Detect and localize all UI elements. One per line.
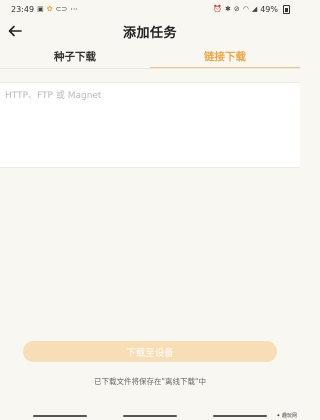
nav-handle[interactable] (33, 415, 87, 417)
bluetooth-icon: ✱ (224, 5, 231, 13)
status-time: 23:49 (11, 4, 35, 14)
nav-handle[interactable] (213, 415, 267, 417)
page-title: 添加任务 (122, 25, 177, 41)
url-input[interactable] (0, 83, 300, 167)
header: 添加任务 (0, 18, 300, 44)
arrow-left-icon (8, 25, 22, 37)
system-nav-bar (0, 412, 300, 420)
wifi-icon: ◠ (242, 5, 249, 13)
alarm-icon: ⏰ (213, 5, 222, 13)
tabs-divider (0, 68, 300, 69)
link-notification-icon: ⊂⊃ (55, 5, 68, 13)
mute-icon: ⊘ (233, 5, 240, 13)
app-notification-icon: ✿ (46, 5, 53, 13)
back-button[interactable] (5, 21, 25, 41)
battery-icon (283, 4, 290, 14)
tab-label: 链接下载 (204, 50, 246, 63)
more-notifications-dots: ··· (70, 4, 78, 14)
watermark: ✦ 趣玩网 (276, 413, 297, 419)
tab-torrent-download[interactable]: 种子下载 (0, 44, 150, 68)
status-right: ⏰ ✱ ⊘ ◠ ◢ 49% (213, 4, 290, 14)
tab-label: 种子下载 (54, 50, 96, 63)
nav-handle[interactable] (123, 415, 177, 417)
url-input-container (0, 82, 300, 168)
signal-icon: ◢ (251, 5, 258, 13)
status-left: 23:49 ▣ ✿ ⊂⊃ ··· (11, 5, 78, 14)
status-bar: 23:49 ▣ ✿ ⊂⊃ ··· ⏰ ✱ ⊘ ◠ ◢ 49% (0, 0, 300, 18)
download-to-device-button[interactable]: 下载至设备 (23, 341, 277, 362)
download-button-label: 下载至设备 (126, 347, 174, 359)
tab-bar: 种子下载 链接下载 (0, 44, 300, 69)
gallery-notification-icon: ▣ (37, 5, 44, 13)
battery-percent: 49% (260, 4, 278, 14)
save-location-note: 已下载文件将保存在"离线下载"中 (94, 377, 206, 386)
tab-link-download[interactable]: 链接下载 (150, 44, 300, 69)
